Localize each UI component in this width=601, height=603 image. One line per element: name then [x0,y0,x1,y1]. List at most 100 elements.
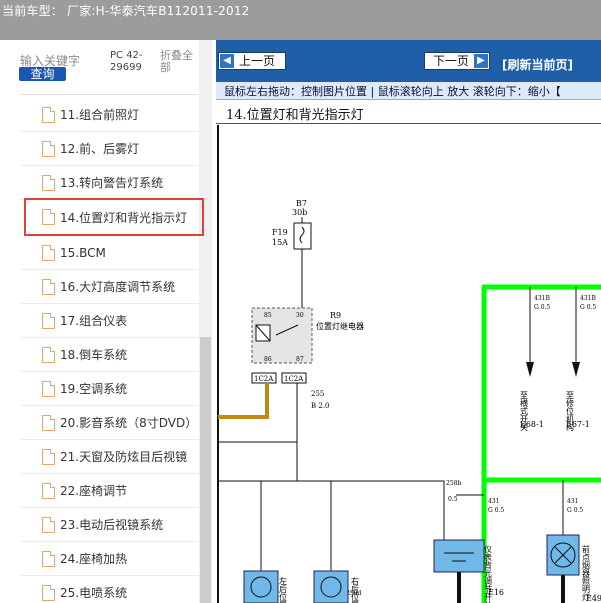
wire-258b-spec: 0.5 [448,496,458,503]
chapter-item[interactable]: 25.电喷系统 [20,576,200,603]
prev-page-button[interactable]: ◀ 上一页 [218,52,286,70]
diagram-viewer: ◀ 上一页 下一页 ▶ [刷新当前页] 鼠标左右拖动：控制图片位置 | 鼠标滚轮… [216,40,601,603]
title-bar: 当前车型： 厂家:H-华泰汽车B112011-2012 [0,0,601,40]
document-icon [42,584,55,601]
viewer-toolbar: ◀ 上一页 下一页 ▶ [刷新当前页] [216,40,601,82]
chapter-label: 21.天窗及防炫目后视镜 [60,450,188,464]
document-icon [42,380,55,397]
chapter-item[interactable]: 15.BCM [20,236,200,270]
wire-431c: 431 [488,498,499,505]
dimmer-id: E16 [488,588,504,597]
wire-255: 255 [311,390,324,398]
connector-right: 1C2A [284,375,304,383]
wire-431b: 431B [580,295,596,302]
chapter-label: 13.转向警告灯系统 [60,176,164,190]
divider [20,94,200,95]
fuse-name: F19 [272,228,288,237]
wire-258b: 258b [446,480,461,487]
chapter-label: 17.组合仪表 [60,314,128,328]
relay-pin-85: 85 [264,312,272,319]
hint-bar: 鼠标左右拖动：控制图片位置 | 鼠标滚轮向上 放大 滚轮向下：缩小【 [216,82,601,100]
document-icon [42,550,55,567]
chapter-label: 18.倒车系统 [60,348,128,362]
chapter-label: 16.大灯高度调节系统 [60,280,176,294]
hint-text: 鼠标左右拖动：控制图片位置 | 鼠标滚轮向上 放大 滚轮向下：缩小【 [224,85,561,98]
left-panel: 输入关键字 查询 PC 42-29699 折叠全部 ▲ 11.组合前照灯12.前… [0,40,216,603]
arrow-right-icon: ▶ [474,54,488,68]
relay-name: 位置灯继电器 [316,321,364,331]
dimmer-switch [433,539,485,573]
pc-code: PC 42-29699 [110,50,143,73]
wire-431b-spec: G 0.5 [580,304,596,311]
wire-431d-spec: G 0.5 [567,507,583,514]
lamp-front-id: E49 [586,594,601,603]
chapter-item[interactable]: 12.前、后雾灯 [20,132,200,166]
document-icon [42,278,55,295]
relay-pin-86: 86 [264,356,272,363]
relay-pin-87: 87 [296,356,304,363]
fuse-top-label-2: 30b [292,208,307,217]
wire-431d: 431 [567,498,578,505]
wire-431a: 431B [534,295,550,302]
chapter-item[interactable]: 22.座椅调节 [20,474,200,508]
chapter-item[interactable]: 18.倒车系统 [20,338,200,372]
chapter-label: 12.前、后雾灯 [60,142,140,156]
chapter-label: 20.影音系统（8寸DVD） [60,416,198,430]
switch-a-id: E68-1 [520,420,544,429]
switch-b-id: E67-1 [566,420,590,429]
chapter-item[interactable]: 14.位置灯和背光指示灯 [24,198,204,236]
scrollbar-thumb[interactable] [200,337,211,603]
connector-left: 1C2A [254,375,274,383]
collapse-all-link[interactable]: 折叠全部 [160,50,202,74]
vehicle-title: 当前车型： 厂家:H-华泰汽车B112011-2012 [2,4,250,18]
wiring-diagram[interactable]: B7 30b F19 15A 85 30 86 87 R9 位置灯继电器 1C2… [216,125,601,603]
chapter-label: 23.电动后视镜系统 [60,518,164,532]
wire-255-spec: B 2.0 [311,402,330,410]
document-icon [42,516,55,533]
lamp-right-bulb-icon [320,576,342,598]
document-icon [42,482,55,499]
chapter-label: 22.座椅调节 [60,484,128,498]
arrow-left-icon: ◀ [220,54,234,68]
document-icon [42,448,55,465]
fuse-rating: 15A [272,238,288,247]
relay-id: R9 [330,311,341,320]
refresh-page-link[interactable]: [刷新当前页] [502,56,573,73]
document-icon [42,312,55,329]
chapter-item[interactable]: 23.电动后视镜系统 [20,508,200,542]
relay-pin-30: 30 [296,312,304,319]
chapter-item[interactable]: 13.转向警告灯系统 [20,166,200,200]
document-icon [42,209,55,225]
prev-page-label: 上一页 [239,54,276,68]
chapter-item[interactable]: 19.空调系统 [20,372,200,406]
lamp-right-label: 右后位置灯 [351,576,360,603]
chapter-item[interactable]: 24.座椅加热 [20,542,200,576]
document-icon [42,106,55,123]
document-icon [42,244,55,261]
chapter-label: 19.空调系统 [60,382,128,396]
fuse-top-label: B7 [296,199,307,208]
chapter-label: 25.电喷系统 [60,586,128,600]
wire-431a-spec: G 0.5 [534,304,550,311]
lamp-left-label: 左后位置灯 [279,576,288,603]
document-icon [42,140,55,157]
lamp-left-bulb-icon [250,576,272,598]
chapter-item[interactable]: 16.大灯高度调节系统 [20,270,200,304]
document-icon [42,174,55,191]
chapter-item[interactable]: 17.组合仪表 [20,304,200,338]
chapter-label: 24.座椅加热 [60,552,128,566]
chapter-item[interactable]: 21.天窗及防炫目后视镜 [20,440,200,474]
next-page-button[interactable]: 下一页 ▶ [424,52,490,70]
document-icon [42,414,55,431]
chapter-label: 15.BCM [60,245,106,260]
chapter-label: 14.位置灯和背光指示灯 [60,210,188,225]
wire-431c-spec: G 0.5 [488,507,504,514]
chapter-label: 11.组合前照灯 [60,108,140,122]
brown-wire [218,383,269,419]
next-page-label: 下一页 [433,54,470,68]
search-button[interactable]: 查询 [19,67,66,81]
chapter-item[interactable]: 11.组合前照灯 [20,98,200,132]
page-title: 14.位置灯和背光指示灯 [226,108,364,123]
chapter-item[interactable]: 20.影音系统（8寸DVD） [20,406,200,440]
chapter-list: 11.组合前照灯 12.前、后雾灯 13.转向警告灯系统 14.位置灯和背光指示灯 15… [20,98,204,603]
